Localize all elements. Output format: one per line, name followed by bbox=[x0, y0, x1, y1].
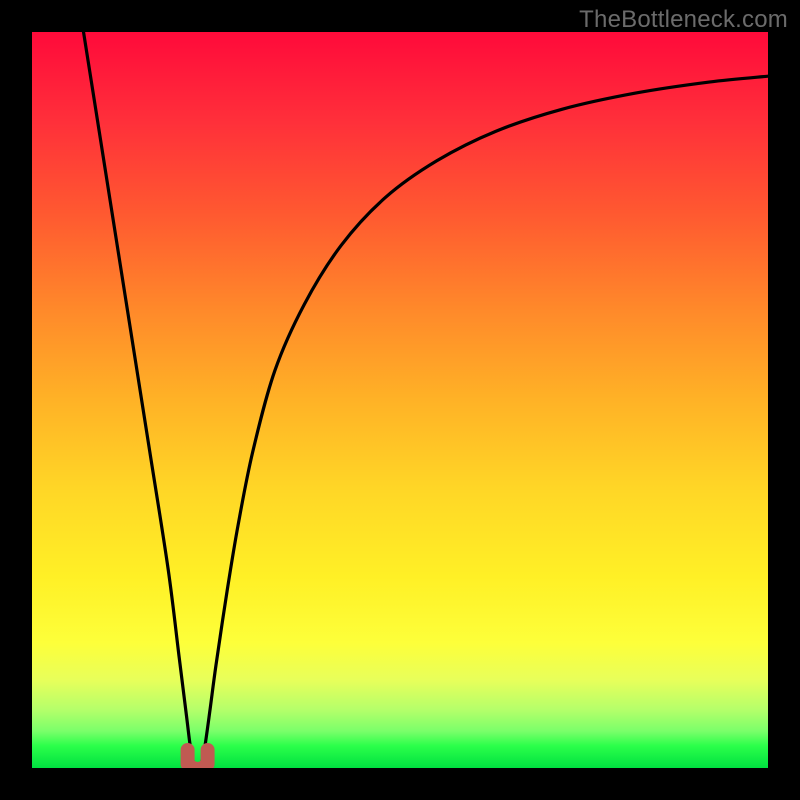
optimal-marker bbox=[188, 750, 208, 768]
bottleneck-curve-path bbox=[84, 32, 768, 768]
bottleneck-curve-svg bbox=[32, 32, 768, 768]
watermark-text: TheBottleneck.com bbox=[579, 6, 788, 34]
chart-area bbox=[32, 32, 768, 768]
